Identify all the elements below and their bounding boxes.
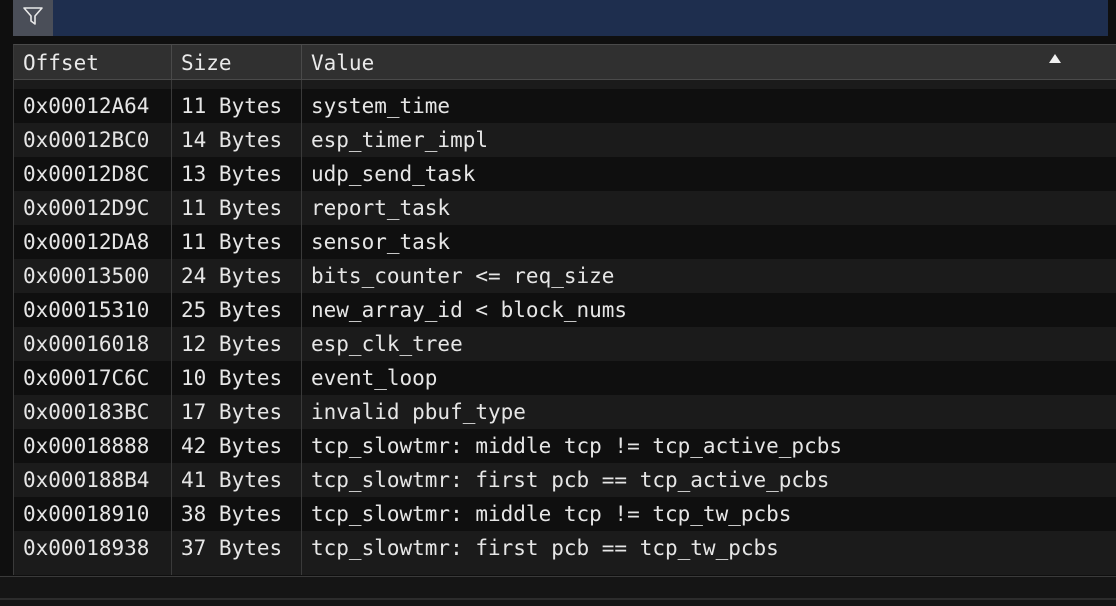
cell-size	[172, 80, 302, 89]
cell-offset: 0x00012BC0	[14, 123, 172, 157]
filter-input[interactable]	[53, 0, 1108, 36]
cell-value: tcp_slowtmr: first pcb == tcp_active_pcb…	[311, 468, 830, 492]
cell-size: 11 Bytes	[172, 191, 302, 225]
cell-size: 37 Bytes	[172, 531, 302, 565]
cell-value: sensor_task	[311, 230, 451, 254]
table-row[interactable]: 0x00016018 12 Bytes esp_clk_tree	[14, 327, 1116, 361]
cell-size: 25 Bytes	[172, 293, 302, 327]
cell-offset: 0x00012A64	[14, 89, 172, 123]
cell-offset: 0x00012DA8	[14, 225, 172, 259]
cell-offset: 0x00013500	[14, 259, 172, 293]
cell-offset	[14, 80, 172, 89]
table-row[interactable]: 0x00018910 38 Bytes tcp_slowtmr: middle tc…	[14, 497, 1116, 531]
table-row-partial	[14, 565, 1116, 575]
cell-offset: 0x000183BC	[14, 395, 172, 429]
table-row-partial	[14, 80, 1116, 89]
cell-size	[172, 565, 302, 575]
table-row[interactable]: 0x00012BC0 14 Bytes esp_timer_impl	[14, 123, 1116, 157]
cell-value: event_loop	[311, 366, 438, 390]
column-header-size[interactable]: Size	[172, 45, 302, 80]
column-header-value[interactable]: Value	[302, 45, 1116, 80]
cell-size: 14 Bytes	[172, 123, 302, 157]
cell-offset	[14, 565, 172, 575]
cell-size: 10 Bytes	[172, 361, 302, 395]
sort-ascending-icon	[1049, 54, 1061, 63]
table-row[interactable]: 0x00018888 42 Bytes tcp_slowtmr: middle tc…	[14, 429, 1116, 463]
filter-bar	[0, 0, 1116, 36]
cell-value: udp_send_task	[311, 162, 476, 186]
cell-size: 41 Bytes	[172, 463, 302, 497]
column-header-offset[interactable]: Offset	[14, 45, 172, 80]
filter-button[interactable]	[13, 0, 53, 36]
cell-offset: 0x00017C6C	[14, 361, 172, 395]
filter-icon	[22, 5, 44, 31]
cell-offset: 0x00015310	[14, 293, 172, 327]
cell-value: invalid pbuf_type	[311, 400, 526, 424]
cell-value: esp_timer_impl	[311, 128, 489, 152]
cell-size: 11 Bytes	[172, 225, 302, 259]
cell-offset: 0x00016018	[14, 327, 172, 361]
table-row[interactable]: 0x00015310 25 Bytes new_array_id < block_n…	[14, 293, 1116, 327]
table-header: Offset Size Value	[14, 45, 1116, 80]
table-row[interactable]: 0x00012DA8 11 Bytes sensor_task	[14, 225, 1116, 259]
cell-value: bits_counter <= req_size	[311, 264, 615, 288]
table-row[interactable]: 0x00012A64 11 Bytes system_time	[14, 89, 1116, 123]
divider	[0, 598, 1116, 600]
table-row[interactable]: 0x000188B4 41 Bytes tcp_slowtmr: first pcb…	[14, 463, 1116, 497]
cell-size: 42 Bytes	[172, 429, 302, 463]
cell-value	[302, 565, 1116, 575]
table-row[interactable]: 0x00013500 24 Bytes bits_counter <= req_si…	[14, 259, 1116, 293]
cell-value	[302, 80, 1116, 89]
cell-offset: 0x00012D9C	[14, 191, 172, 225]
table-row[interactable]: 0x000183BC 17 Bytes invalid pbuf_type	[14, 395, 1116, 429]
cell-value: esp_clk_tree	[311, 332, 463, 356]
cell-size: 17 Bytes	[172, 395, 302, 429]
cell-offset: 0x00018888	[14, 429, 172, 463]
cell-offset: 0x00018910	[14, 497, 172, 531]
cell-value: tcp_slowtmr: middle tcp != tcp_active_pc…	[311, 434, 843, 458]
cell-offset: 0x00012D8C	[14, 157, 172, 191]
table-row[interactable]: 0x00012D9C 11 Bytes report_task	[14, 191, 1116, 225]
cell-value: new_array_id < block_nums	[311, 298, 628, 322]
cell-size: 12 Bytes	[172, 327, 302, 361]
cell-offset: 0x00018938	[14, 531, 172, 565]
cell-size: 13 Bytes	[172, 157, 302, 191]
cell-value: system_time	[311, 94, 451, 118]
table-row[interactable]: 0x00012D8C 13 Bytes udp_send_task	[14, 157, 1116, 191]
table-row[interactable]: 0x00018938 37 Bytes tcp_slowtmr: first pcb…	[14, 531, 1116, 565]
strings-table: Offset Size Value 0x00012A64 11 Bytes syst…	[13, 44, 1116, 575]
cell-size: 38 Bytes	[172, 497, 302, 531]
cell-value: tcp_slowtmr: first pcb == tcp_tw_pcbs	[311, 536, 779, 560]
cell-size: 24 Bytes	[172, 259, 302, 293]
cell-value: tcp_slowtmr: middle tcp != tcp_tw_pcbs	[311, 502, 792, 526]
status-bar	[0, 576, 1116, 606]
table-row[interactable]: 0x00017C6C 10 Bytes event_loop	[14, 361, 1116, 395]
cell-value: report_task	[311, 196, 451, 220]
cell-size: 11 Bytes	[172, 89, 302, 123]
column-header-value-label: Value	[311, 51, 375, 75]
cell-offset: 0x000188B4	[14, 463, 172, 497]
table-body: 0x00012A64 11 Bytes system_time 0x00012BC0 1…	[14, 80, 1116, 575]
